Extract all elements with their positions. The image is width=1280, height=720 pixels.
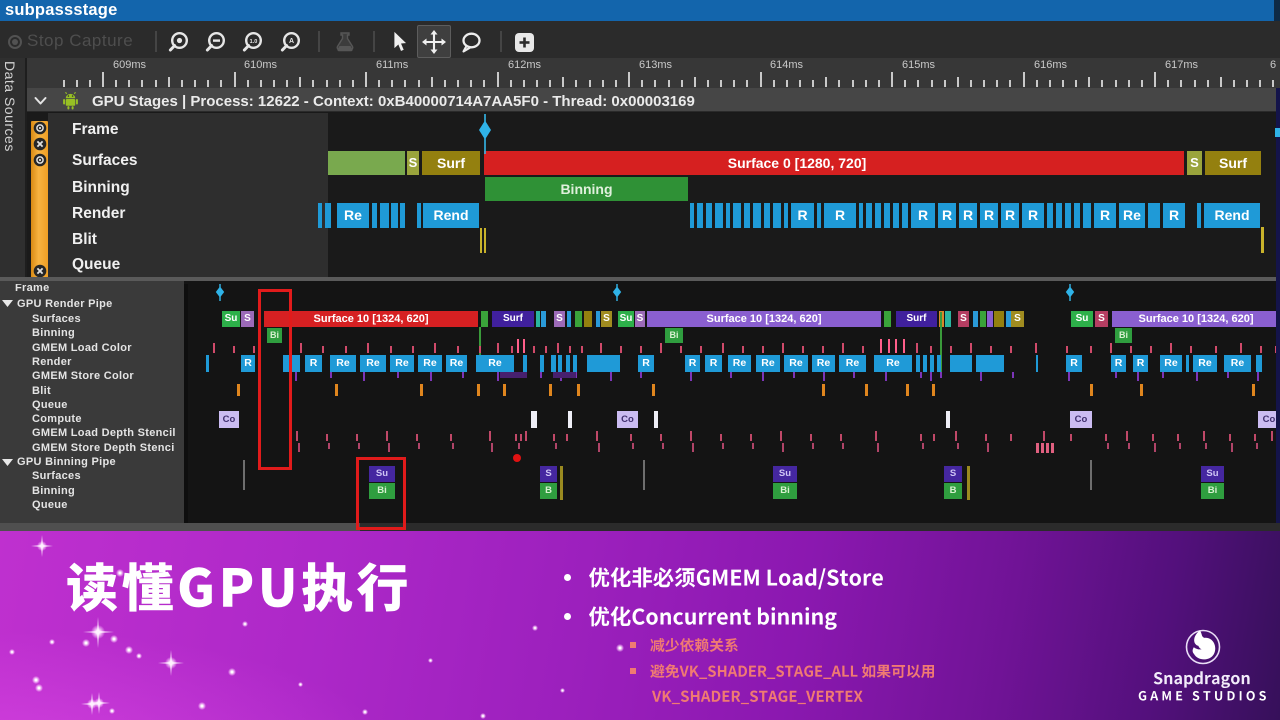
svg-text:1.0: 1.0 [250,39,258,45]
svg-text:A: A [289,38,294,45]
